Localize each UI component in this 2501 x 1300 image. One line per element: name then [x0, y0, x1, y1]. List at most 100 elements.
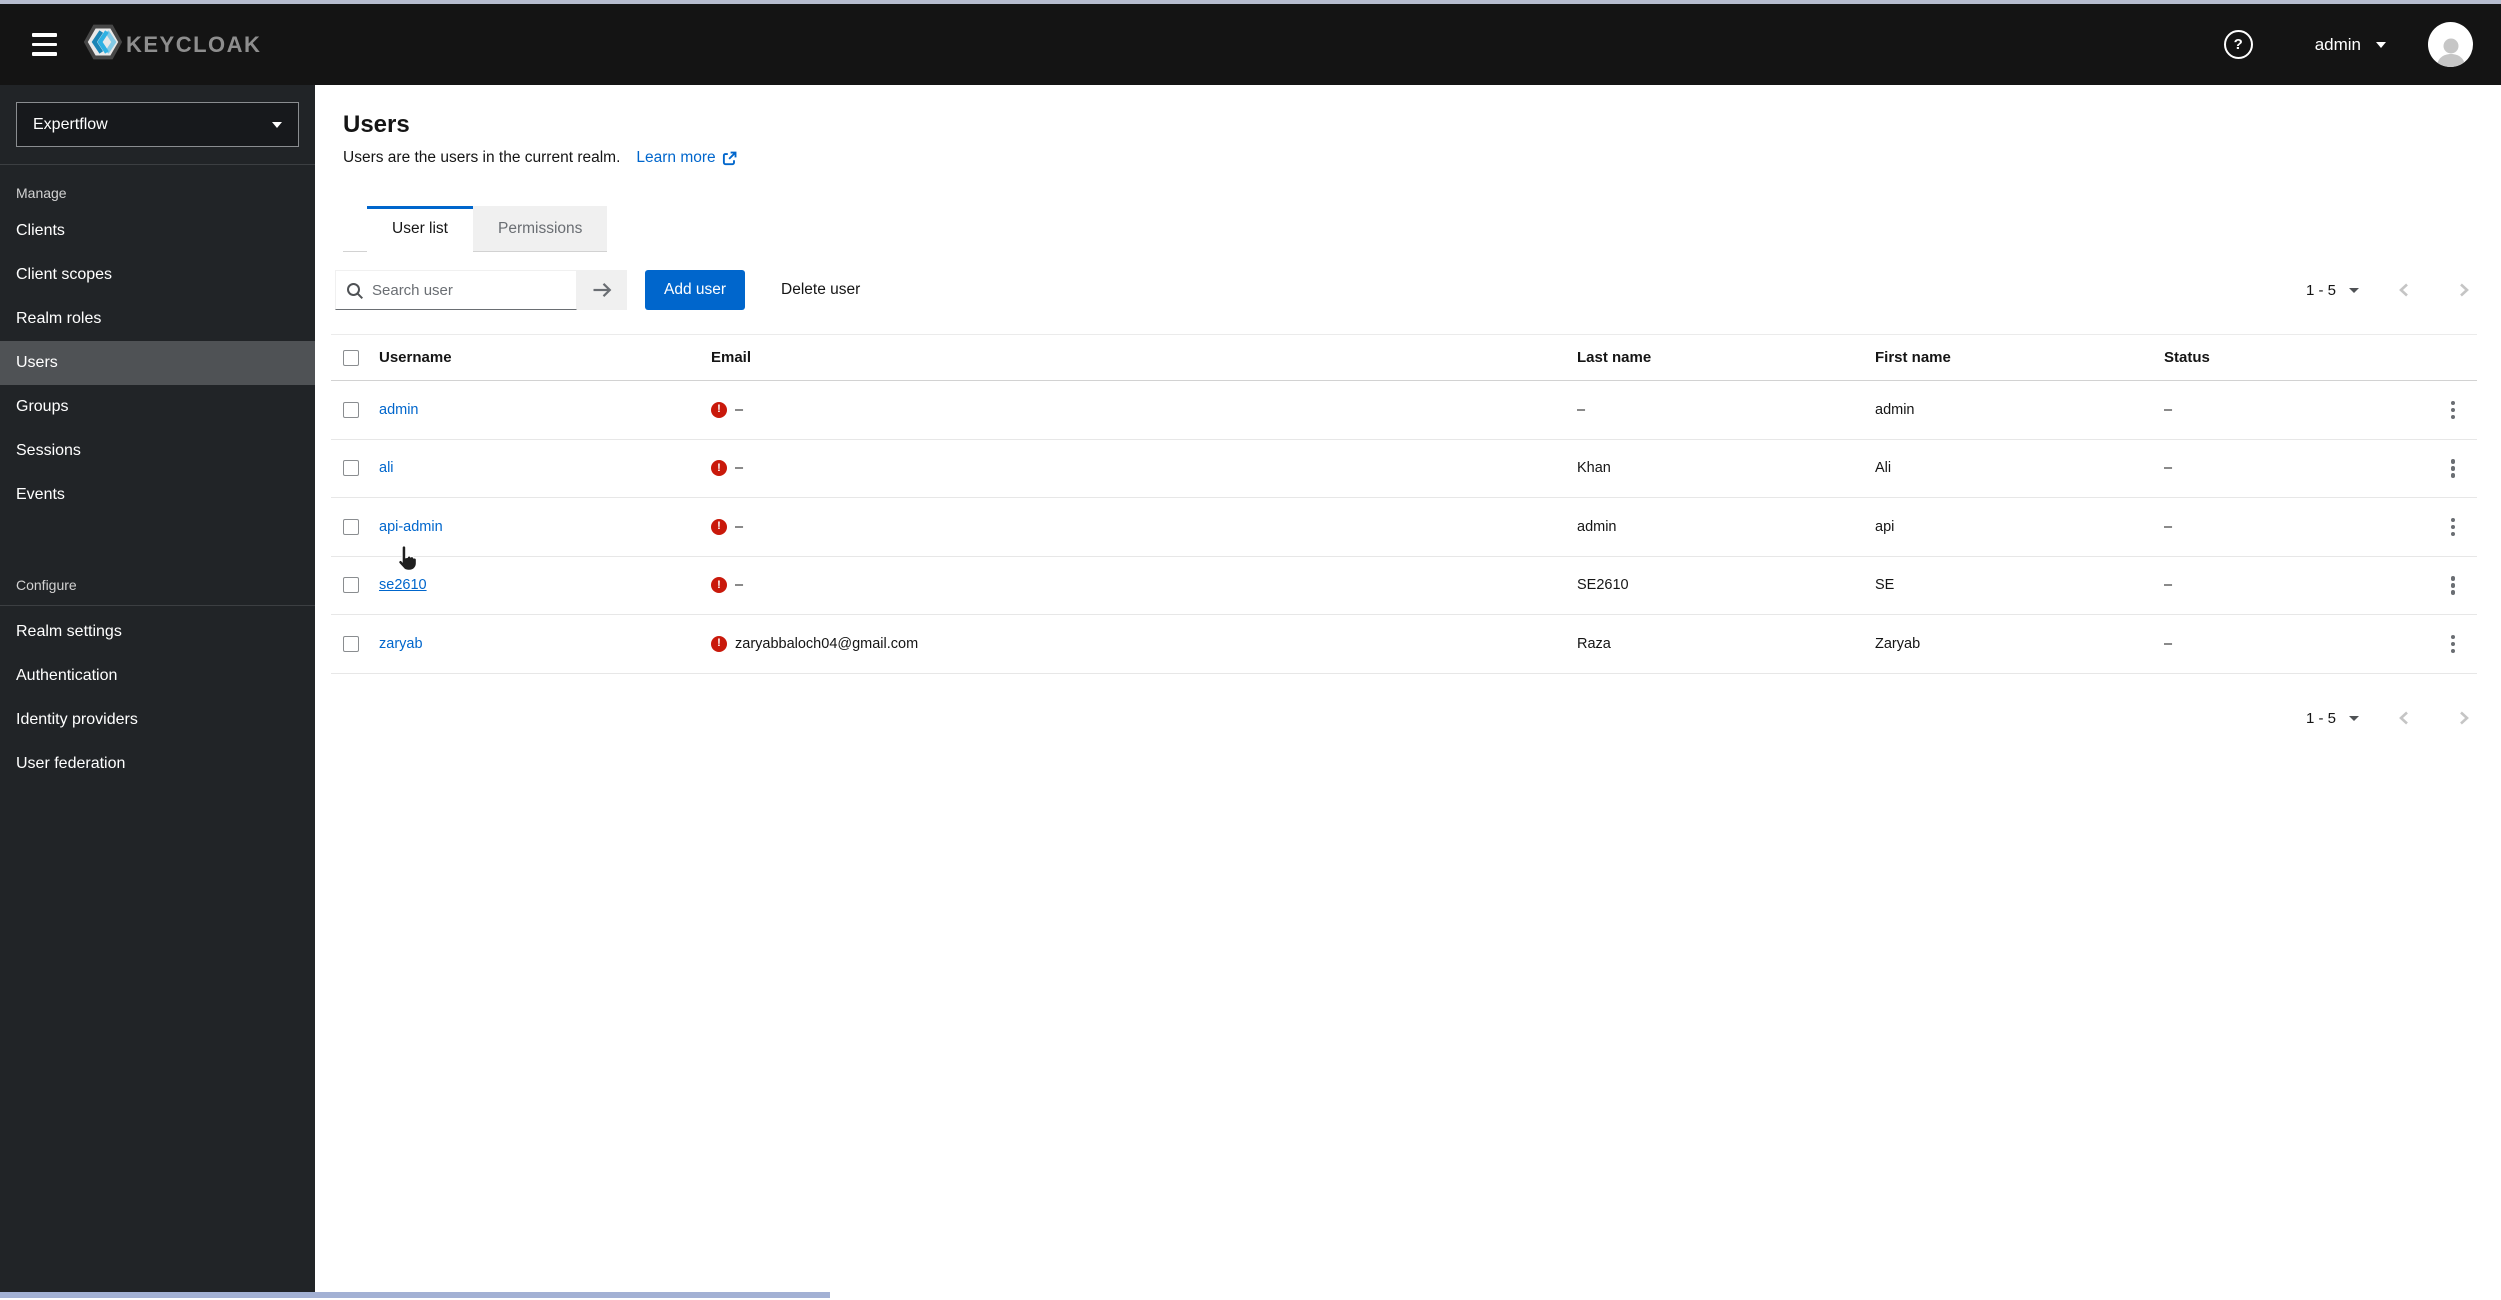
- username-link[interactable]: ali: [379, 460, 394, 476]
- pagination-prev-button[interactable]: [2391, 276, 2416, 304]
- search-submit-button[interactable]: [577, 270, 627, 310]
- table-header-row: Username Email Last name First name Stat…: [331, 334, 2477, 382]
- users-table: Username Email Last name First name Stat…: [331, 334, 2477, 674]
- first-name-value: Ali: [1875, 439, 2164, 499]
- tabs: User list Permissions: [343, 206, 2501, 252]
- row-actions-kebab-icon[interactable]: [2443, 511, 2464, 543]
- sidebar-item-identity-providers[interactable]: Identity providers: [0, 698, 315, 742]
- sidebar-item-user-federation[interactable]: User federation: [0, 742, 315, 786]
- delete-user-button[interactable]: Delete user: [761, 270, 880, 310]
- pagination-prev-button[interactable]: [2391, 704, 2416, 732]
- email-value: –: [735, 577, 744, 594]
- row-checkbox[interactable]: [343, 460, 359, 477]
- status-value: –: [2164, 556, 2414, 616]
- caret-down-icon: [2376, 41, 2386, 48]
- window-top-edge: [0, 0, 2501, 4]
- last-name-value: SE2610: [1577, 556, 1875, 616]
- pagination-range-dropdown[interactable]: 1 - 5: [2298, 704, 2367, 733]
- email-value: zaryabbaloch04@gmail.com: [735, 635, 919, 652]
- keycloak-logo-icon: [83, 23, 123, 66]
- caret-down-icon: [2349, 287, 2359, 293]
- row-actions-kebab-icon[interactable]: [2443, 570, 2464, 602]
- main-content: Users Users are the users in the current…: [315, 85, 2501, 1292]
- chevron-right-icon: [2460, 283, 2469, 297]
- pagination-range-dropdown[interactable]: 1 - 5: [2298, 276, 2367, 305]
- table-row: api-admin ! – admin api –: [331, 497, 2477, 557]
- first-name-value: SE: [1875, 556, 2164, 616]
- search-input[interactable]: [336, 271, 576, 309]
- sidebar-item-events[interactable]: Events: [0, 473, 315, 517]
- help-icon[interactable]: ?: [2223, 30, 2253, 59]
- table-row: admin ! – – admin –: [331, 380, 2477, 440]
- nav-toggle-button[interactable]: [28, 27, 61, 62]
- last-name-value: Khan: [1577, 439, 1875, 499]
- pagination-top: 1 - 5: [2298, 276, 2477, 305]
- table-row: zaryab ! zaryabbaloch04@gmail.com Raza Za…: [331, 614, 2477, 674]
- person-icon: [2436, 38, 2465, 67]
- sidebar: Expertflow Manage Clients Client scopes …: [0, 85, 315, 1292]
- realm-selector-value: Expertflow: [33, 115, 108, 133]
- table-toolbar: Add user Delete user 1 - 5: [315, 252, 2501, 334]
- column-header-username: Username: [379, 334, 711, 382]
- sidebar-section-manage: Manage Clients Client scopes Realm roles…: [0, 165, 315, 517]
- sidebar-item-sessions[interactable]: Sessions: [0, 429, 315, 473]
- keycloak-logo-text: KEYCLOAK: [126, 31, 262, 57]
- status-value: –: [2164, 497, 2414, 557]
- keycloak-admin-console: KEYCLOAK ? admin Expertflow Manage Clien…: [0, 0, 2501, 1300]
- tab-user-list[interactable]: User list: [367, 206, 473, 252]
- sidebar-item-authentication[interactable]: Authentication: [0, 654, 315, 698]
- row-checkbox[interactable]: [343, 577, 359, 594]
- sidebar-item-users[interactable]: Users: [0, 341, 315, 385]
- row-checkbox[interactable]: [343, 401, 359, 418]
- last-name-value: admin: [1577, 497, 1875, 557]
- sidebar-item-groups[interactable]: Groups: [0, 385, 315, 429]
- select-all-checkbox[interactable]: [343, 350, 359, 367]
- row-checkbox[interactable]: [343, 635, 359, 652]
- page-title: Users: [343, 111, 410, 138]
- status-value: –: [2164, 380, 2414, 440]
- pagination-next-button[interactable]: [2452, 276, 2477, 304]
- sidebar-item-client-scopes[interactable]: Client scopes: [0, 253, 315, 297]
- username-link[interactable]: admin: [379, 402, 419, 418]
- username-link[interactable]: zaryab: [379, 636, 423, 652]
- first-name-value: api: [1875, 497, 2164, 557]
- email-value: –: [735, 518, 744, 535]
- avatar[interactable]: [2428, 22, 2473, 67]
- row-actions-kebab-icon[interactable]: [2443, 394, 2464, 426]
- sidebar-section-title: Configure: [0, 557, 315, 606]
- row-actions-kebab-icon[interactable]: [2443, 628, 2464, 660]
- pagination-next-button[interactable]: [2452, 704, 2477, 732]
- sidebar-item-realm-roles[interactable]: Realm roles: [0, 297, 315, 341]
- caret-down-icon: [272, 121, 282, 128]
- keycloak-logo: KEYCLOAK: [83, 23, 261, 66]
- user-menu-dropdown[interactable]: admin: [2315, 35, 2386, 55]
- email-warning-icon: !: [711, 635, 727, 652]
- last-name-value: –: [1577, 380, 1875, 440]
- page-header: Users Users are the users in the current…: [315, 85, 2501, 168]
- last-name-value: Raza: [1577, 614, 1875, 674]
- tab-permissions[interactable]: Permissions: [472, 206, 608, 252]
- realm-selector[interactable]: Expertflow: [16, 102, 299, 147]
- username-link[interactable]: api-admin: [379, 519, 443, 535]
- sidebar-item-realm-settings[interactable]: Realm settings: [0, 610, 315, 654]
- masthead-actions: ? admin: [2223, 22, 2473, 67]
- masthead: KEYCLOAK ? admin: [0, 4, 2501, 85]
- column-header-status: Status: [2164, 334, 2414, 382]
- username-link[interactable]: se2610: [379, 577, 427, 593]
- table-row: se2610 ! – SE2610 SE –: [331, 556, 2477, 616]
- sidebar-section-title: Manage: [16, 185, 67, 201]
- status-value: –: [2164, 439, 2414, 499]
- user-menu-label: admin: [2314, 34, 2361, 54]
- first-name-value: Zaryab: [1875, 614, 2164, 674]
- row-actions-kebab-icon[interactable]: [2443, 453, 2464, 485]
- sidebar-item-clients[interactable]: Clients: [0, 209, 315, 253]
- row-checkbox[interactable]: [343, 518, 359, 535]
- column-header-email: Email: [711, 334, 1577, 382]
- first-name-value: admin: [1875, 380, 2164, 440]
- learn-more-link[interactable]: Learn more: [636, 148, 737, 168]
- chevron-right-icon: [2460, 711, 2469, 725]
- external-link-icon: [722, 151, 737, 165]
- add-user-button[interactable]: Add user: [645, 270, 746, 310]
- sidebar-section-configure: Configure Realm settings Authentication …: [0, 557, 315, 786]
- chevron-left-icon: [2399, 711, 2408, 725]
